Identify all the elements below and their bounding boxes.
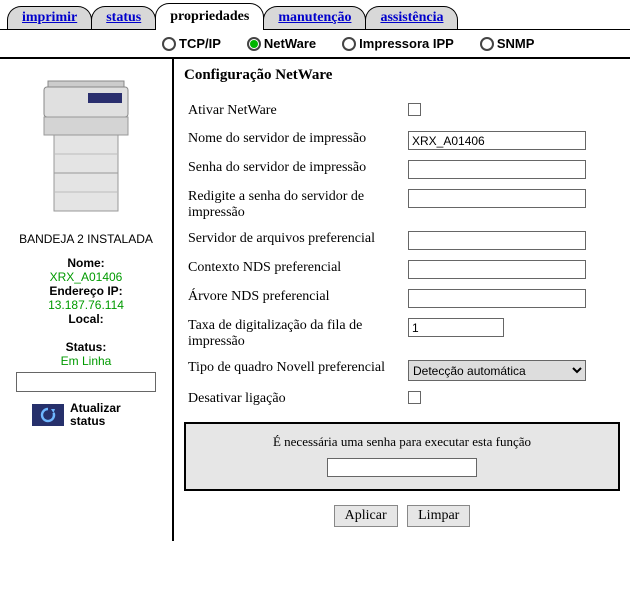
password-required-text: É necessária uma senha para executar est… (186, 434, 618, 450)
refresh-icon (39, 407, 57, 423)
server-name-input[interactable] (408, 131, 586, 150)
auth-password-input[interactable] (327, 458, 477, 477)
queue-scan-rate-input[interactable] (408, 318, 504, 337)
status-input[interactable] (16, 372, 156, 392)
status-label: Status: (4, 340, 168, 354)
tab-properties-label: propriedades (170, 9, 249, 24)
content-pane: Configuração NetWare Ativar NetWare Nome… (172, 59, 630, 541)
tab-assistance[interactable]: assistência (365, 6, 458, 30)
netware-form: Ativar NetWare Nome do servidor de impre… (184, 98, 620, 414)
pref-file-server-input[interactable] (408, 231, 586, 250)
status-value: Em Linha (4, 354, 168, 368)
pref-nds-context-label: Contexto NDS preferencial (184, 255, 404, 284)
tray-status: BANDEJA 2 INSTALADA (4, 232, 168, 246)
name-value: XRX_A01406 (4, 270, 168, 284)
subtab-tcpip-label: TCP/IP (179, 36, 221, 51)
frame-type-select[interactable]: Detecção automática (408, 360, 586, 381)
enable-label: Ativar NetWare (184, 98, 404, 126)
disable-bind-checkbox[interactable] (408, 391, 421, 404)
refresh-label: Atualizar status (70, 402, 140, 428)
radio-icon (247, 37, 261, 51)
tab-assistance-label: assistência (380, 10, 443, 25)
queue-scan-rate-label: Taxa de digitalização da fila de impress… (184, 313, 404, 355)
tab-status-label: status (106, 10, 141, 25)
disable-bind-label: Desativar ligação (184, 386, 404, 414)
subtab-tcpip[interactable]: TCP/IP (162, 36, 221, 51)
radio-icon (480, 37, 494, 51)
server-name-label: Nome do servidor de impressão (184, 126, 404, 155)
subtab-netware-label: NetWare (264, 36, 316, 51)
tab-print-label: imprimir (22, 10, 77, 25)
pref-nds-tree-input[interactable] (408, 289, 586, 308)
subtab-snmp-label: SNMP (497, 36, 535, 51)
radio-icon (342, 37, 356, 51)
ip-label: Endereço IP: (4, 284, 168, 298)
enable-checkbox[interactable] (408, 103, 421, 116)
password-confirm-label: Redigite a senha do servidor de impressã… (184, 184, 404, 226)
subtab-ipp-label: Impressora IPP (359, 36, 454, 51)
subtab-netware[interactable]: NetWare (247, 36, 316, 51)
password-label: Senha do servidor de impressão (184, 155, 404, 184)
password-input[interactable] (408, 160, 586, 179)
ip-value: 13.187.76.114 (4, 298, 168, 312)
tab-print[interactable]: imprimir (7, 6, 92, 30)
top-tabs: imprimir status propriedades manutenção … (0, 0, 630, 30)
subtab-ipp[interactable]: Impressora IPP (342, 36, 454, 51)
apply-button[interactable]: Aplicar (334, 505, 398, 527)
pref-file-server-label: Servidor de arquivos preferencial (184, 226, 404, 255)
name-label: Nome: (4, 256, 168, 270)
subtab-snmp[interactable]: SNMP (480, 36, 535, 51)
tab-properties[interactable]: propriedades (155, 3, 264, 30)
password-required-box: É necessária uma senha para executar est… (184, 422, 620, 491)
printer-icon (26, 71, 146, 221)
frame-type-label: Tipo de quadro Novell preferencial (184, 355, 404, 386)
pref-nds-context-input[interactable] (408, 260, 586, 279)
tab-status[interactable]: status (91, 6, 156, 30)
sidebar: BANDEJA 2 INSTALADA Nome: XRX_A01406 End… (0, 59, 172, 541)
radio-icon (162, 37, 176, 51)
clear-button[interactable]: Limpar (407, 505, 470, 527)
refresh-button[interactable] (32, 404, 64, 426)
password-confirm-input[interactable] (408, 189, 586, 208)
tab-maintenance-label: manutenção (278, 10, 351, 25)
page-title: Configuração NetWare (184, 67, 620, 84)
location-label: Local: (4, 312, 168, 326)
subtabs: TCP/IP NetWare Impressora IPP SNMP (0, 30, 630, 59)
tab-maintenance[interactable]: manutenção (263, 6, 366, 30)
pref-nds-tree-label: Árvore NDS preferencial (184, 284, 404, 313)
